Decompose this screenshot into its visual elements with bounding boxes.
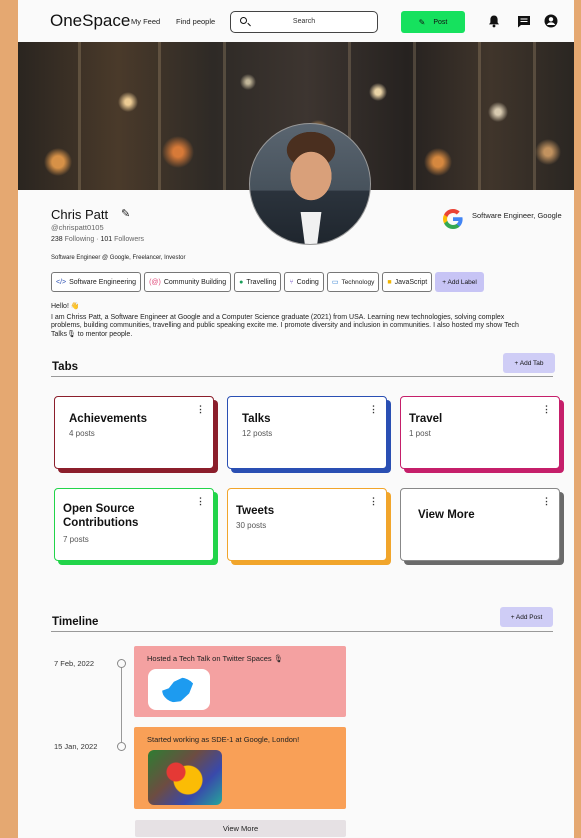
globe-icon: ● <box>239 278 244 286</box>
tab-card-achievements[interactable]: Achievements 4 posts ⋮ <box>54 396 214 469</box>
javascript-icon: ■ <box>387 278 392 286</box>
more-options-icon[interactable]: ⋮ <box>369 496 378 507</box>
tab-card-tweets[interactable]: Tweets 30 posts ⋮ <box>227 488 387 561</box>
bio-text: I am Chriss Patt, a Software Engineer at… <box>51 313 519 338</box>
profile-handle: @chrispatt0105 <box>51 223 104 232</box>
google-office-photo <box>148 750 222 805</box>
tab-card-count: 1 post <box>409 429 431 438</box>
tab-card-title: Talks <box>242 413 271 425</box>
timeline-item-text: Hosted a Tech Talk on Twitter Spaces 🎙 <box>147 654 284 663</box>
tab-card-count: 7 posts <box>63 535 89 544</box>
tab-card-count: 12 posts <box>242 429 273 438</box>
tabs-divider <box>51 376 553 377</box>
label-list: </> Software Engineering (@) Community B… <box>51 272 484 292</box>
tab-card-talks[interactable]: Talks 12 posts ⋮ <box>227 396 387 469</box>
bio-greeting: Hello! 👋 <box>51 303 80 310</box>
nav-find-people[interactable]: Find people <box>176 17 215 26</box>
avatar[interactable] <box>249 123 371 245</box>
tab-card-open-source[interactable]: Open Source Contributions 7 posts ⋮ <box>54 488 214 561</box>
tab-card-title: View More <box>418 509 475 521</box>
pencil-icon: ✎ <box>418 17 426 27</box>
timeline-item[interactable]: Started working as SDE-1 at Google, Lond… <box>134 727 346 809</box>
message-icon[interactable] <box>517 14 531 28</box>
job-title: Software Engineer, Google <box>472 211 562 220</box>
label-community-building[interactable]: (@) Community Building <box>144 272 232 292</box>
google-logo-icon <box>442 208 464 230</box>
label-javascript[interactable]: ■ JavaScript <box>382 272 433 292</box>
edit-pencil-icon[interactable]: ✎ <box>121 207 130 220</box>
timeline-divider <box>51 631 553 632</box>
tab-card-count: 4 posts <box>69 429 95 438</box>
label-travelling[interactable]: ● Travelling <box>234 272 282 292</box>
profile-bio: Hello! 👋 I am Chriss Patt, a Software En… <box>51 303 531 339</box>
add-post-button[interactable]: + Add Post <box>500 607 553 627</box>
tab-card-view-more[interactable]: View More ⋮ <box>400 488 560 561</box>
tab-card-title: Travel <box>409 413 443 425</box>
label-coding[interactable]: ⑂ Coding <box>284 272 324 292</box>
following-label[interactable]: Following <box>65 236 95 243</box>
tab-card-title: Achievements <box>69 413 147 425</box>
more-options-icon[interactable]: ⋮ <box>542 404 551 415</box>
timeline-node <box>117 659 126 668</box>
timeline-date: 15 Jan, 2022 <box>54 742 98 751</box>
app-logo[interactable]: OneSpace <box>50 11 130 31</box>
timeline-line <box>121 667 122 742</box>
post-button[interactable]: ✎ Post <box>401 11 465 33</box>
more-options-icon[interactable]: ⋮ <box>196 496 205 507</box>
timeline-node <box>117 742 126 751</box>
label-software-engineering[interactable]: </> Software Engineering <box>51 272 142 292</box>
current-job: Software Engineer, Google <box>442 208 564 230</box>
followers-label[interactable]: Followers <box>114 236 144 243</box>
tab-card-title: Tweets <box>236 505 275 517</box>
add-tab-button[interactable]: + Add Tab <box>503 353 555 373</box>
following-count[interactable]: 238 <box>51 236 63 243</box>
code-icon: </> <box>56 278 67 286</box>
nav-my-feed[interactable]: My Feed <box>131 17 160 26</box>
label-technology[interactable]: ▭ Technology <box>326 272 380 292</box>
tab-card-count: 30 posts <box>236 521 267 530</box>
timeline-item[interactable]: Hosted a Tech Talk on Twitter Spaces 🎙 <box>134 646 346 717</box>
more-options-icon[interactable]: ⋮ <box>369 404 378 415</box>
twitter-logo-icon <box>148 669 210 710</box>
tabs-section-title: Tabs <box>52 361 78 373</box>
follow-stats: 238 Following · 101 Followers <box>51 236 145 243</box>
branch-icon: ⑂ <box>289 278 294 286</box>
community-icon: (@) <box>149 278 161 286</box>
followers-count[interactable]: 101 <box>100 236 112 243</box>
post-button-label: Post <box>433 18 448 26</box>
profile-headline: Software Engineer @ Google, Freelancer, … <box>51 255 186 261</box>
timeline-date: 7 Feb, 2022 <box>54 659 95 668</box>
more-options-icon[interactable]: ⋮ <box>542 496 551 507</box>
tab-card-title: Open Source Contributions <box>63 503 139 529</box>
search-input[interactable]: Search <box>230 11 378 33</box>
add-label-button[interactable]: + Add Label <box>435 272 484 292</box>
timeline-section-title: Timeline <box>52 616 99 628</box>
top-navbar: OneSpace My Feed Find people Search ✎ Po… <box>18 0 574 42</box>
more-options-icon[interactable]: ⋮ <box>196 404 205 415</box>
timeline-item-text: Started working as SDE-1 at Google, Lond… <box>147 735 300 744</box>
profile-page: OneSpace My Feed Find people Search ✎ Po… <box>18 0 574 838</box>
profile-name: Chris Patt <box>51 207 109 222</box>
search-placeholder: Search <box>292 18 316 25</box>
timeline-view-more-button[interactable]: View More <box>135 820 346 837</box>
monitor-icon: ▭ <box>331 279 339 286</box>
tab-card-travel[interactable]: Travel 1 post ⋮ <box>400 396 560 469</box>
bell-icon[interactable] <box>487 14 501 28</box>
account-icon[interactable] <box>544 14 558 28</box>
